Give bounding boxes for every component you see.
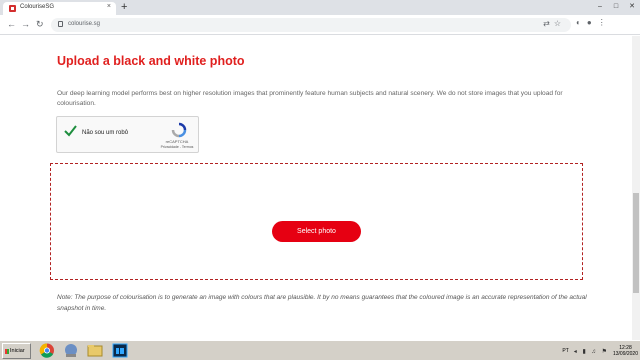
windows-logo-icon	[5, 349, 9, 354]
taskbar: Iniciar PT ◂ ▮ ♫ ⚑ 12:28 13/09/2020	[0, 340, 640, 360]
note-text: Note: The purpose of colourisation is to…	[57, 294, 587, 312]
clock[interactable]: 12:28 13/09/2020	[613, 345, 638, 357]
close-tab-icon[interactable]: ×	[107, 3, 111, 10]
reload-icon[interactable]: ↻	[36, 18, 44, 30]
checkmark-icon[interactable]	[64, 125, 77, 137]
recaptcha-logo-icon	[171, 122, 187, 138]
close-window-icon[interactable]: ✕	[624, 0, 640, 15]
favicon-icon	[9, 5, 16, 12]
chrome-icon[interactable]	[38, 342, 56, 359]
clock-date: 13/09/2020	[612, 351, 638, 357]
photoshop-icon[interactable]	[111, 342, 129, 359]
address-bar[interactable]: colourise.sg ⇄☆	[51, 18, 571, 32]
recaptcha-brand: reCAPTCHA	[165, 139, 189, 144]
lock-icon	[58, 21, 63, 27]
translate-bookmark-icons[interactable]: ⇄☆	[543, 19, 565, 28]
start-button[interactable]: Iniciar	[2, 343, 31, 359]
profile-icon[interactable]: ●	[587, 18, 592, 27]
recaptcha-widget: Não sou um robô reCAPTCHA Privacidade - …	[56, 116, 199, 153]
menu-icon[interactable]: ⋮	[598, 18, 606, 27]
toolbar-actions: ◐ ● ⋮	[576, 18, 606, 27]
page-scrollbar[interactable]	[632, 36, 640, 340]
tab-coloursg[interactable]: ColouriseSG ×	[3, 2, 116, 15]
maximize-icon[interactable]: □	[608, 0, 624, 15]
select-photo-button[interactable]: Select photo	[272, 221, 361, 242]
tab-title: ColouriseSG	[20, 4, 55, 10]
extension-icon[interactable]: ◐	[576, 18, 581, 27]
forward-icon[interactable]: →	[21, 18, 30, 30]
browser-toolbar: ← → ↻ colourise.sg ⇄☆ ◐ ● ⋮	[0, 15, 640, 35]
recaptcha-links[interactable]: Privacidade - Termos	[155, 145, 199, 149]
new-tab-icon[interactable]: +	[121, 1, 127, 13]
minimize-icon[interactable]: –	[592, 0, 608, 15]
page-content: Upload a black and white photo Our deep …	[0, 36, 632, 340]
upload-dropzone[interactable]: Select photo	[50, 163, 583, 280]
tray-icons[interactable]: ◂ ▮ ♫ ⚑	[574, 348, 609, 355]
description-text: Our deep learning model performs best on…	[57, 90, 563, 107]
scroll-thumb[interactable]	[633, 193, 639, 293]
url-text: colourise.sg	[68, 21, 101, 27]
system-tray: PT ◂ ▮ ♫ ⚑ 12:28 13/09/2020	[562, 343, 638, 359]
folder-icon[interactable]	[86, 342, 104, 359]
tab-strip: ColouriseSG × + – □ ✕	[0, 0, 640, 15]
recaptcha-label: Não sou um robô	[82, 130, 129, 136]
start-label: Iniciar	[10, 348, 25, 354]
back-icon[interactable]: ←	[7, 18, 16, 30]
window-controls: – □ ✕	[592, 0, 640, 15]
network-icon[interactable]	[62, 342, 80, 359]
page-title: Upload a black and white photo	[57, 54, 245, 68]
language-indicator[interactable]: PT	[562, 348, 568, 354]
